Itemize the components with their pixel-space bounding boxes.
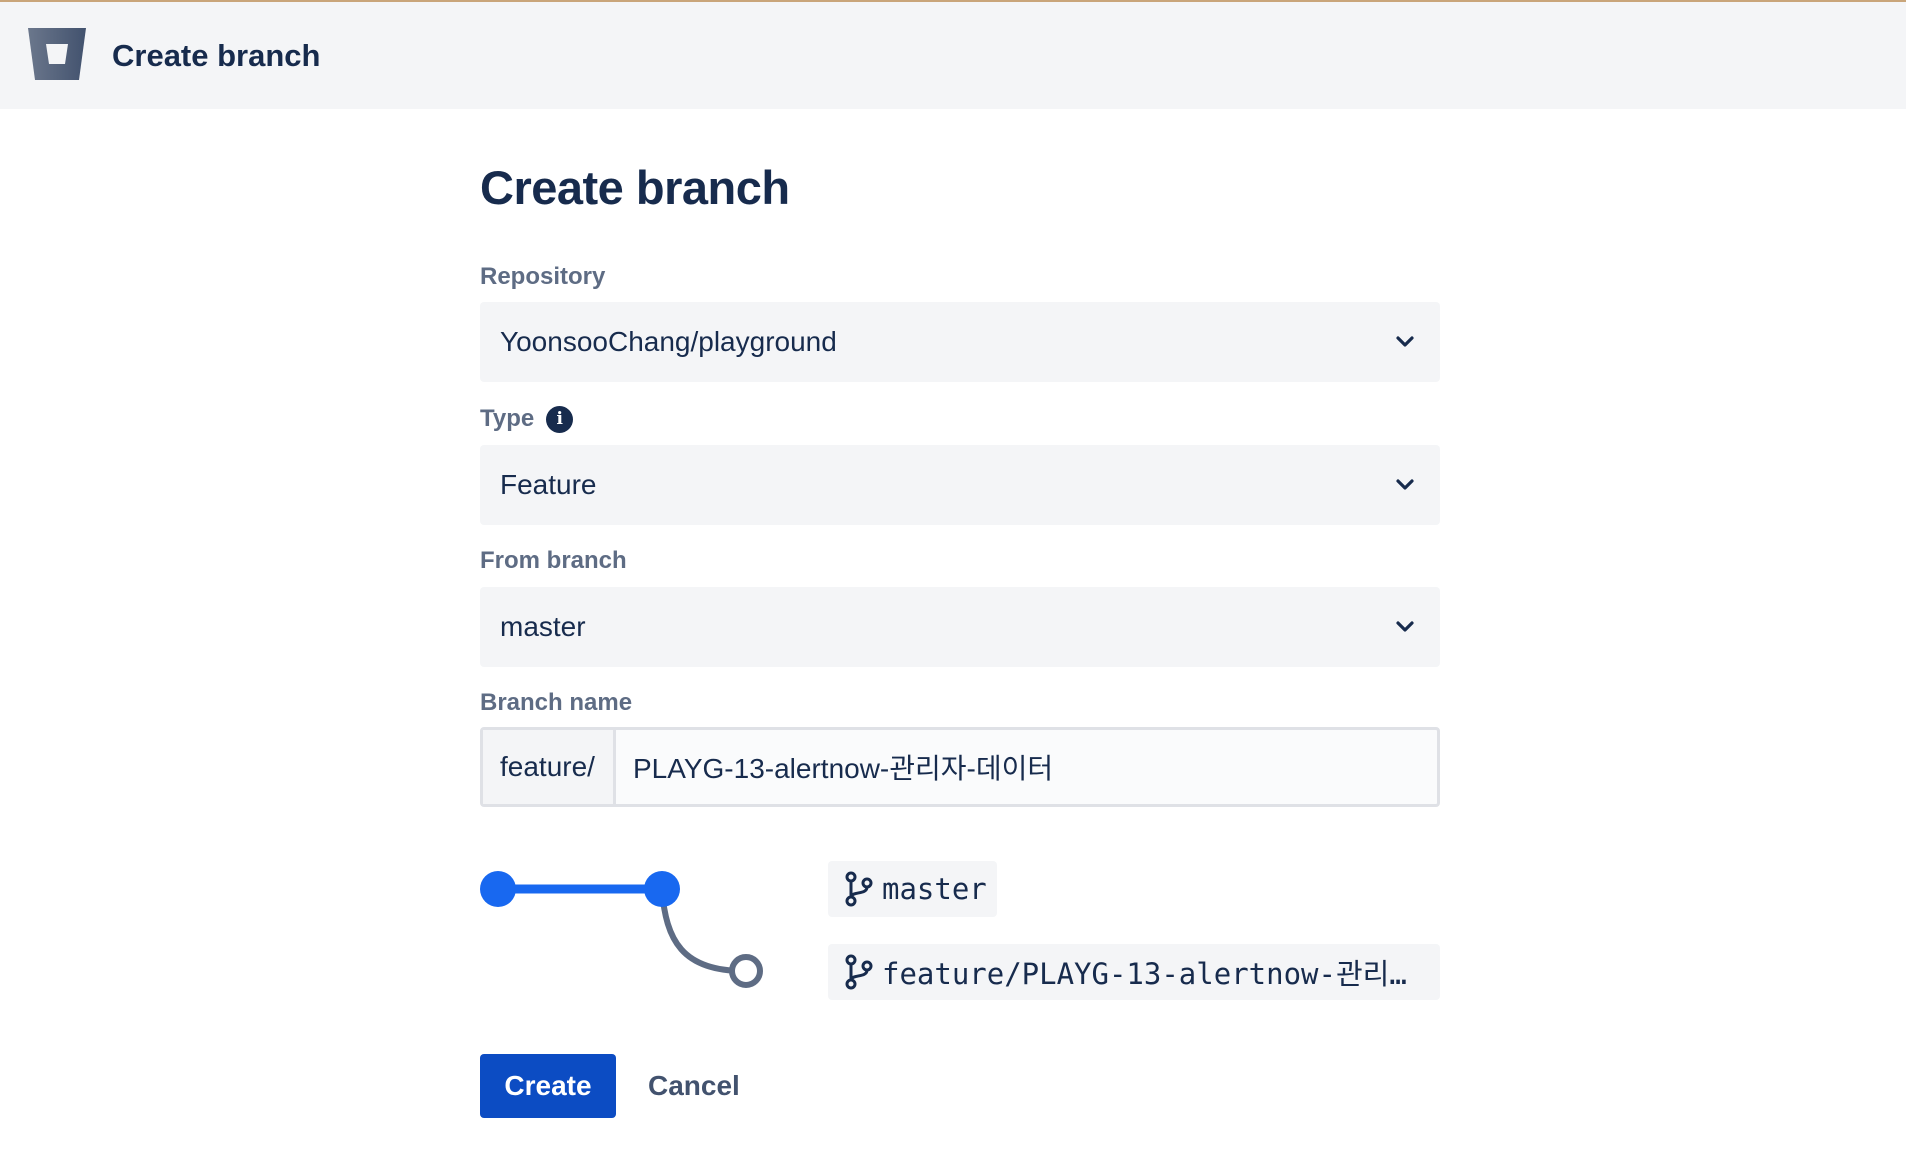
- branch-name-field[interactable]: feature/ PLAYG-13-alertnow-관리자-데이터: [480, 727, 1440, 807]
- repository-value: YoonsooChang/playground: [500, 326, 837, 357]
- type-value: Feature: [500, 469, 597, 500]
- master-start-node: [480, 871, 516, 907]
- branch-name-label-text: Branch name: [480, 689, 633, 716]
- create-button[interactable]: Create: [480, 1054, 616, 1118]
- new-branch-name: feature/PLAYG-13-alertnow-관리자-데이터: [882, 957, 1430, 991]
- branch-name-input[interactable]: PLAYG-13-alertnow-관리자-데이터: [616, 730, 1437, 804]
- git-branch-icon: [845, 871, 873, 907]
- type-select[interactable]: Feature: [480, 445, 1440, 525]
- top-bar: Create branch: [0, 0, 1906, 109]
- bitbucket-logo-icon[interactable]: [26, 26, 88, 82]
- new-branch-node: [729, 954, 763, 988]
- chevron-down-icon: [1396, 336, 1414, 347]
- source-branch-chip: master: [828, 861, 997, 917]
- from-branch-select[interactable]: master: [480, 587, 1440, 667]
- type-label: Type i: [480, 404, 574, 434]
- repository-label-text: Repository: [480, 263, 606, 290]
- from-branch-value: master: [500, 611, 586, 642]
- branch-curve: [659, 887, 747, 974]
- chevron-down-icon: [1396, 479, 1414, 490]
- master-head-node: [644, 871, 680, 907]
- git-branch-icon: [845, 954, 873, 990]
- repository-select[interactable]: YoonsooChang/playground: [480, 302, 1440, 382]
- page-title: Create branch: [480, 161, 790, 214]
- branch-name-label: Branch name: [480, 688, 632, 718]
- repository-label: Repository: [480, 262, 605, 292]
- type-label-text: Type: [480, 405, 535, 432]
- from-branch-label-text: From branch: [480, 547, 627, 574]
- cancel-button[interactable]: Cancel: [636, 1054, 752, 1118]
- from-branch-label: From branch: [480, 546, 627, 576]
- chevron-down-icon: [1396, 621, 1414, 632]
- info-icon[interactable]: i: [546, 405, 574, 433]
- branch-graph: [480, 871, 763, 988]
- header-title: Create branch: [112, 38, 321, 73]
- branch-prefix: feature/: [483, 730, 616, 804]
- source-branch-name: master: [882, 872, 987, 906]
- new-branch-chip: feature/PLAYG-13-alertnow-관리자-데이터: [828, 944, 1440, 1000]
